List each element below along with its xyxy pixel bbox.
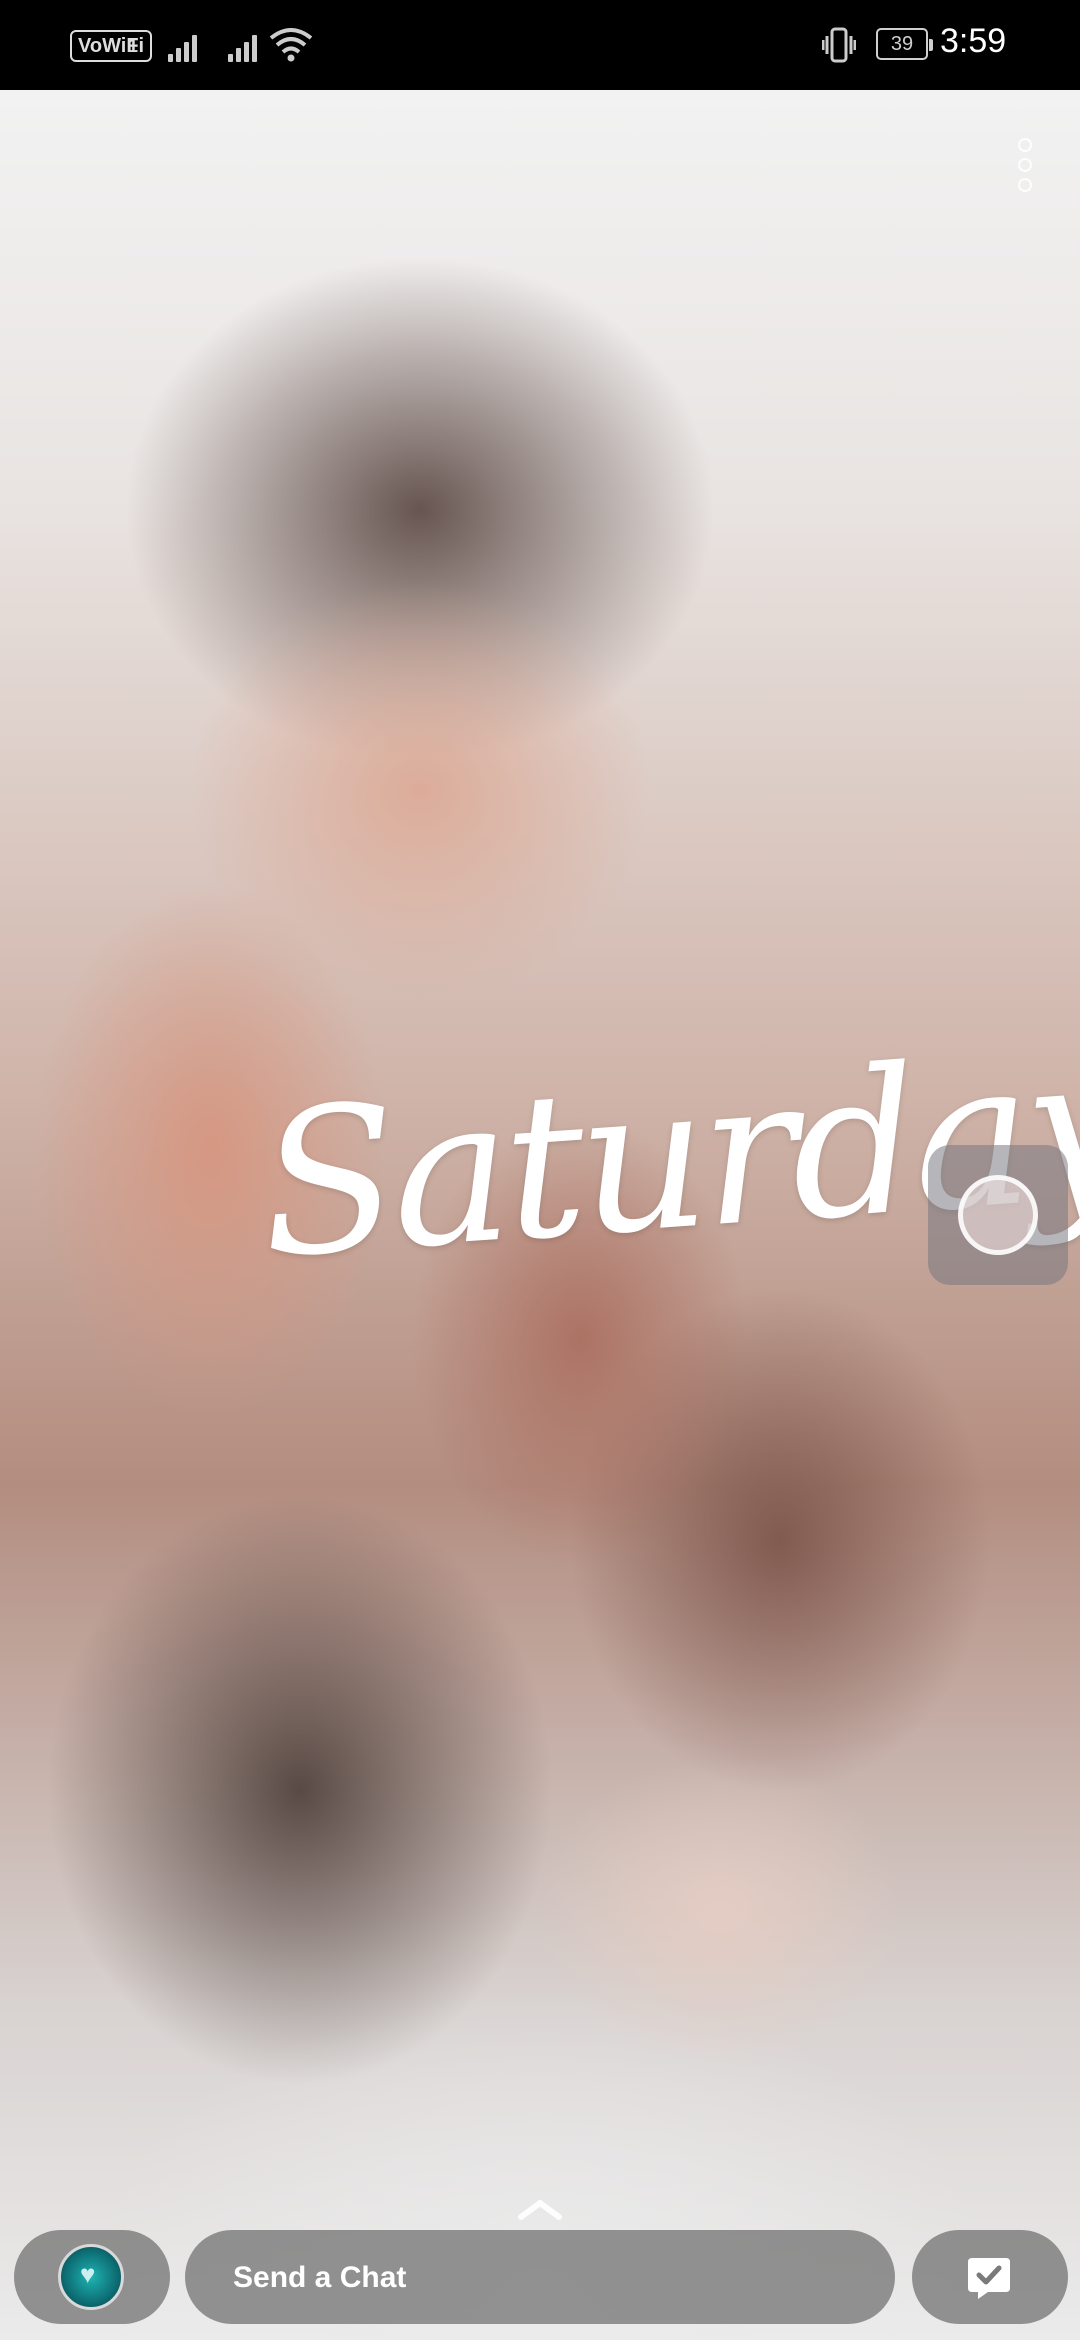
- reply-button[interactable]: [912, 2230, 1068, 2324]
- sim-slot-label: 1: [128, 36, 139, 56]
- floating-camera-shutter-icon[interactable]: [928, 1145, 1068, 1285]
- more-vertical-icon[interactable]: [1010, 132, 1040, 232]
- status-bar: VoWiFi 1 39 3:59: [0, 0, 1080, 90]
- cell-signal-icon-2: [228, 28, 264, 62]
- wifi-icon: [269, 28, 313, 62]
- chevron-up-icon[interactable]: [515, 2195, 565, 2225]
- shutter-ring: [958, 1175, 1038, 1255]
- chat-reply-icon: [968, 2258, 1010, 2299]
- send-chat-bar[interactable]: [185, 2230, 895, 2326]
- cell-signal-icon: [168, 28, 204, 62]
- status-clock: 3:59: [940, 22, 1007, 60]
- vowifi-indicator: VoWiFi: [70, 30, 153, 62]
- profile-avatar-button[interactable]: [14, 2230, 170, 2324]
- bitmoji-avatar: [58, 2244, 124, 2310]
- battery-indicator: 39: [876, 28, 933, 60]
- story-image[interactable]: Saturday: [0, 90, 1080, 2340]
- vibrate-icon: [822, 27, 856, 63]
- chat-input[interactable]: [231, 2230, 855, 2326]
